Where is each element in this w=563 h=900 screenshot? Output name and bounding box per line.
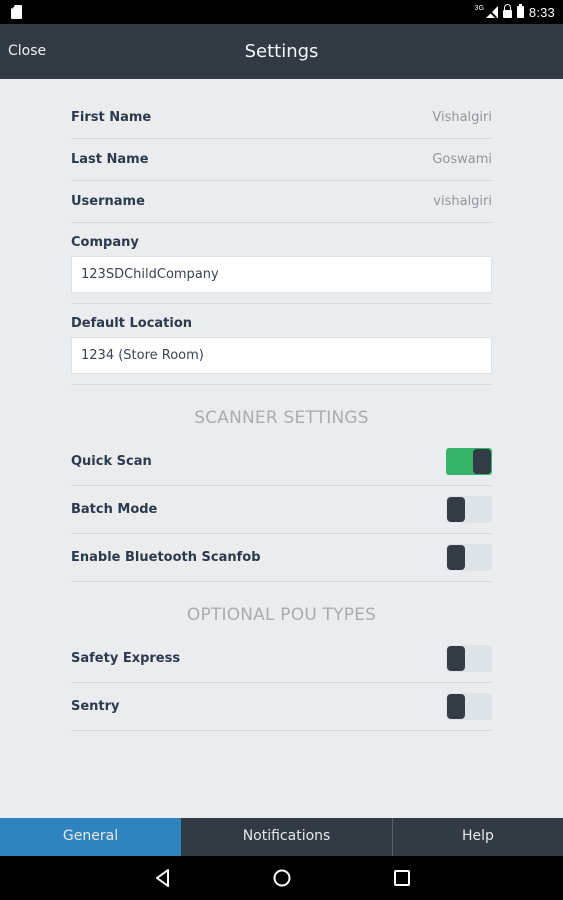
batch-mode-toggle[interactable]: [446, 496, 492, 523]
status-bar: 3G 8:33: [0, 0, 563, 24]
username-value: vishalgiri: [433, 194, 492, 209]
back-icon[interactable]: [151, 866, 175, 890]
bluetooth-scanfob-toggle[interactable]: [446, 544, 492, 571]
optional-pou-types-heading: OPTIONAL POU TYPES: [186, 605, 377, 625]
default-location-field[interactable]: [71, 337, 492, 374]
battery-icon: [516, 4, 524, 18]
batch-mode-label: Batch Mode: [71, 502, 158, 517]
default-location-label: Default Location: [71, 316, 193, 331]
first-name-label: First Name: [71, 110, 152, 125]
last-name-value: Goswami: [432, 152, 492, 167]
sentry-toggle[interactable]: [446, 693, 492, 720]
company-field[interactable]: [71, 256, 492, 293]
tab-general[interactable]: General: [0, 818, 181, 856]
username-label: Username: [71, 194, 145, 209]
status-time: 8:33: [528, 4, 555, 20]
quick-scan-row: Quick Scan: [71, 438, 492, 486]
safety-express-label: Safety Express: [71, 651, 181, 666]
safety-express-toggle[interactable]: [446, 645, 492, 672]
company-label: Company: [71, 235, 139, 250]
quick-scan-toggle[interactable]: [446, 448, 492, 475]
status-icons: 3G 8:33: [475, 3, 555, 21]
bottom-tab-bar: General Notifications Help: [0, 818, 563, 856]
sim-card-icon: [11, 5, 22, 19]
system-nav-bar: [0, 856, 563, 900]
sentry-label: Sentry: [71, 699, 120, 714]
bluetooth-scanfob-row: Enable Bluetooth Scanfob: [71, 534, 492, 582]
first-name-value: Vishalgiri: [432, 110, 492, 125]
network-type-label: 3G: [474, 4, 484, 12]
signal-icon: [485, 6, 498, 18]
safety-express-row: Safety Express: [71, 635, 492, 683]
tab-notifications[interactable]: Notifications: [181, 818, 393, 856]
page-title: Settings: [244, 41, 319, 62]
settings-content: First Name Vishalgiri Last Name Goswami …: [71, 97, 492, 731]
bluetooth-scanfob-label: Enable Bluetooth Scanfob: [71, 550, 261, 565]
quick-scan-label: Quick Scan: [71, 454, 152, 469]
batch-mode-row: Batch Mode: [71, 486, 492, 534]
toggle-knob: [447, 694, 465, 719]
default-location-block: Default Location: [71, 304, 492, 385]
scanner-settings-heading: SCANNER SETTINGS: [194, 408, 369, 428]
recent-apps-icon[interactable]: [390, 866, 414, 890]
toggle-knob: [447, 646, 465, 671]
tab-help[interactable]: Help: [393, 818, 563, 856]
first-name-row: First Name Vishalgiri: [71, 97, 492, 139]
last-name-row: Last Name Goswami: [71, 139, 492, 181]
lock-icon: [502, 4, 512, 18]
app-bar: Close Settings: [0, 24, 563, 79]
home-icon[interactable]: [270, 866, 294, 890]
toggle-knob: [447, 545, 465, 570]
company-block: Company: [71, 223, 492, 304]
toggle-knob: [473, 449, 491, 474]
toggle-knob: [447, 497, 465, 522]
username-row: Username vishalgiri: [71, 181, 492, 223]
last-name-label: Last Name: [71, 152, 149, 167]
sentry-row: Sentry: [71, 683, 492, 731]
